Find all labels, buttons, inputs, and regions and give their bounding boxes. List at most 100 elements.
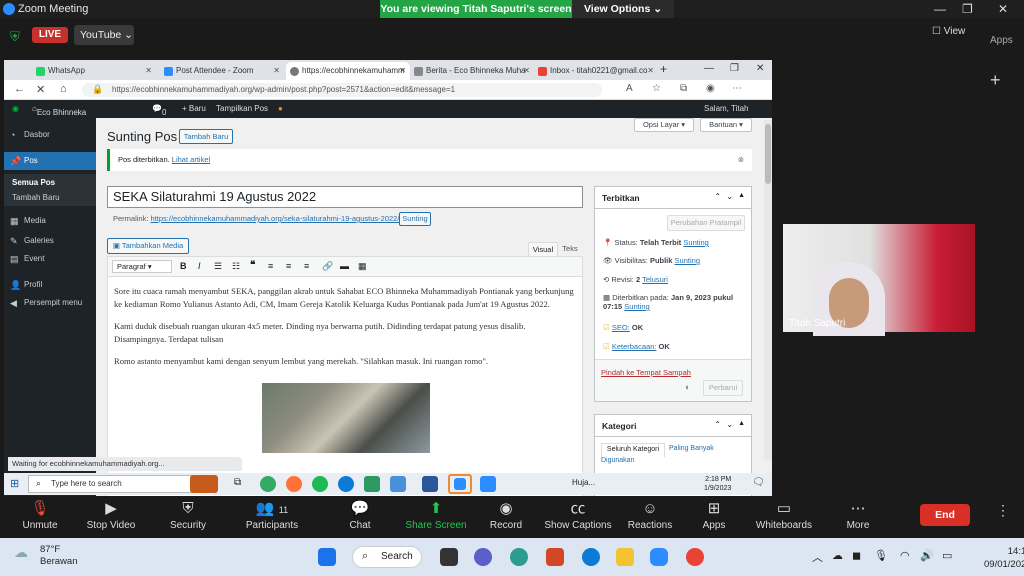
apps-button[interactable]: ⊞ Apps: [684, 496, 744, 538]
view-post-link[interactable]: Tampilkan Pos: [216, 104, 268, 113]
permalink-edit-button[interactable]: Sunting: [399, 212, 431, 226]
close-icon[interactable]: ✕: [998, 2, 1008, 16]
menu-dashboard[interactable]: ◔ Dasbor: [4, 126, 96, 144]
bold-icon[interactable]: B: [180, 261, 187, 271]
active-app-highlight[interactable]: [448, 474, 472, 494]
edge-icon[interactable]: [338, 476, 354, 492]
wifi-icon[interactable]: ◠: [900, 549, 910, 562]
align-left-icon[interactable]: ≡: [268, 261, 273, 271]
tab-whatsapp[interactable]: WhatsApp ✕: [32, 62, 156, 80]
menu-media[interactable]: ▦ Media: [4, 212, 96, 230]
plus-icon[interactable]: +: [990, 70, 1001, 91]
menu-posts[interactable]: 📌 Pos: [4, 152, 96, 170]
stop-video-button[interactable]: ▶ Stop Video: [70, 496, 152, 538]
format-select[interactable]: Paragraf ▾: [112, 260, 172, 273]
preview-changes-button[interactable]: Perubahan Pratampil: [667, 215, 745, 231]
italic-icon[interactable]: I: [198, 261, 201, 271]
taskbar-search-input[interactable]: Type here to search: [28, 475, 206, 493]
firefox-icon[interactable]: [286, 476, 302, 492]
more-button[interactable]: ⋯ More: [828, 496, 888, 538]
task-view-icon[interactable]: [440, 548, 458, 566]
clock[interactable]: 14:1809/01/2023: [984, 545, 1024, 571]
apps-label[interactable]: Apps: [990, 35, 1013, 46]
chevron-up-icon[interactable]: ⌃: [714, 192, 721, 201]
close-tab-icon[interactable]: ✕: [145, 62, 152, 80]
minimize-icon[interactable]: —: [934, 2, 946, 16]
comments-count[interactable]: 💬 0: [152, 104, 166, 117]
app-icon[interactable]: [364, 476, 380, 492]
favorite-icon[interactable]: ☆: [652, 83, 661, 94]
restore-icon[interactable]: ❐: [962, 2, 973, 16]
live-badge[interactable]: LIVE: [32, 27, 68, 43]
camera-icon[interactable]: ◼: [852, 549, 861, 562]
mic-icon[interactable]: 🎙: [874, 549, 888, 562]
bullet-list-icon[interactable]: ☰: [214, 261, 222, 272]
whiteboards-button[interactable]: ▭ Whiteboards: [746, 496, 822, 538]
security-button[interactable]: ⛨ Security: [148, 496, 228, 538]
screen-options-button[interactable]: Opsi Layar ▾: [634, 118, 694, 132]
close-tab-icon[interactable]: ✕: [399, 62, 406, 80]
chat-button[interactable]: 💬 Chat: [320, 496, 400, 538]
home-icon[interactable]: ⌂: [60, 83, 67, 95]
close-tab-icon[interactable]: ✕: [523, 62, 530, 80]
youtube-button[interactable]: YouTube ⌄: [74, 25, 134, 45]
url-field[interactable]: https://ecobhinnekamuhammadiyah.org/wp-a…: [82, 83, 602, 97]
weather-widget[interactable]: ☁ 87°F Berawan: [14, 544, 78, 568]
close-tab-icon[interactable]: ✕: [647, 62, 654, 80]
chevron-up-icon[interactable]: ⌃: [714, 420, 721, 429]
more-icon[interactable]: ⋯: [732, 83, 742, 94]
site-name[interactable]: ⌂ Eco Bhinneka Muhammadiyah: [32, 104, 94, 126]
windows-start-icon[interactable]: [318, 548, 336, 566]
notification-icon[interactable]: 🗨: [752, 477, 765, 488]
submenu-add-new[interactable]: Tambah Baru: [12, 193, 60, 202]
menu-collapse[interactable]: ◀ Persempit menu: [4, 294, 96, 312]
chevron-down-icon[interactable]: ⌄: [726, 192, 733, 201]
revisions-browse-link[interactable]: Telusuri: [642, 275, 668, 284]
dismiss-icon[interactable]: ⊗: [738, 149, 744, 171]
blockquote-icon[interactable]: ❝: [250, 260, 255, 271]
status-edit-link[interactable]: Sunting: [683, 238, 708, 247]
zoom-icon[interactable]: [480, 476, 496, 492]
close-icon[interactable]: ✕: [36, 83, 45, 96]
tab-visual[interactable]: Visual: [528, 242, 558, 257]
toggle-icon[interactable]: ▲: [738, 420, 745, 427]
read-aloud-icon[interactable]: A: [626, 83, 633, 94]
menu-profile[interactable]: 👤 Profil: [4, 276, 96, 294]
tab-zoom[interactable]: Post Attendee - Zoom ✕: [160, 62, 284, 80]
chat-app-icon[interactable]: [474, 548, 492, 566]
back-icon[interactable]: ←: [14, 83, 25, 95]
chrome-icon[interactable]: [686, 548, 704, 566]
permalink-url[interactable]: https://ecobhinnekamuhammadiyah.org/seka…: [151, 214, 400, 223]
record-button[interactable]: ◉ Record: [466, 496, 546, 538]
add-new-button[interactable]: Tambah Baru: [179, 129, 233, 144]
submenu-all-posts[interactable]: Semua Pos: [12, 178, 55, 187]
new-menu[interactable]: + Baru: [182, 104, 206, 113]
chevron-down-icon[interactable]: ⌄: [726, 420, 733, 429]
unmute-button[interactable]: 🎙 Unmute: [0, 496, 80, 538]
link-icon[interactable]: 🔗: [322, 261, 333, 272]
tab-wp-admin[interactable]: https://ecobhinnekamuhamm ✕: [286, 62, 410, 80]
scrollbar[interactable]: [764, 120, 772, 460]
task-view-icon[interactable]: ⧉: [234, 477, 241, 488]
help-button[interactable]: Bantuan ▾: [700, 118, 752, 132]
tab-gmail[interactable]: Inbox - titah0221@gmail.co ✕: [534, 62, 658, 80]
tab-berita[interactable]: Berita - Eco Bhinneka Muha ✕: [410, 62, 534, 80]
app-icon[interactable]: [260, 476, 276, 492]
align-center-icon[interactable]: ≡: [286, 261, 291, 271]
date-edit-link[interactable]: Sunting: [624, 302, 649, 311]
update-button[interactable]: Perbarui: [703, 380, 743, 396]
align-right-icon[interactable]: ≡: [304, 261, 309, 271]
participant-video[interactable]: Titah Saputri: [783, 224, 975, 336]
toolbar-toggle-icon[interactable]: ▦: [358, 261, 367, 272]
more-tag-icon[interactable]: ▬: [340, 261, 349, 271]
profile-icon[interactable]: ◉: [706, 83, 715, 94]
edge-icon[interactable]: [582, 548, 600, 566]
new-tab-icon[interactable]: +: [660, 62, 667, 76]
globe-icon[interactable]: [510, 548, 528, 566]
reactions-button[interactable]: ☺ Reactions: [616, 496, 684, 538]
greeting[interactable]: Salam, Titah: [704, 104, 748, 113]
wordpress-icon[interactable]: ◉: [12, 104, 19, 113]
volume-icon[interactable]: 🔊: [920, 549, 934, 562]
zoom-icon[interactable]: [650, 548, 668, 566]
close-tab-icon[interactable]: ✕: [273, 62, 280, 80]
